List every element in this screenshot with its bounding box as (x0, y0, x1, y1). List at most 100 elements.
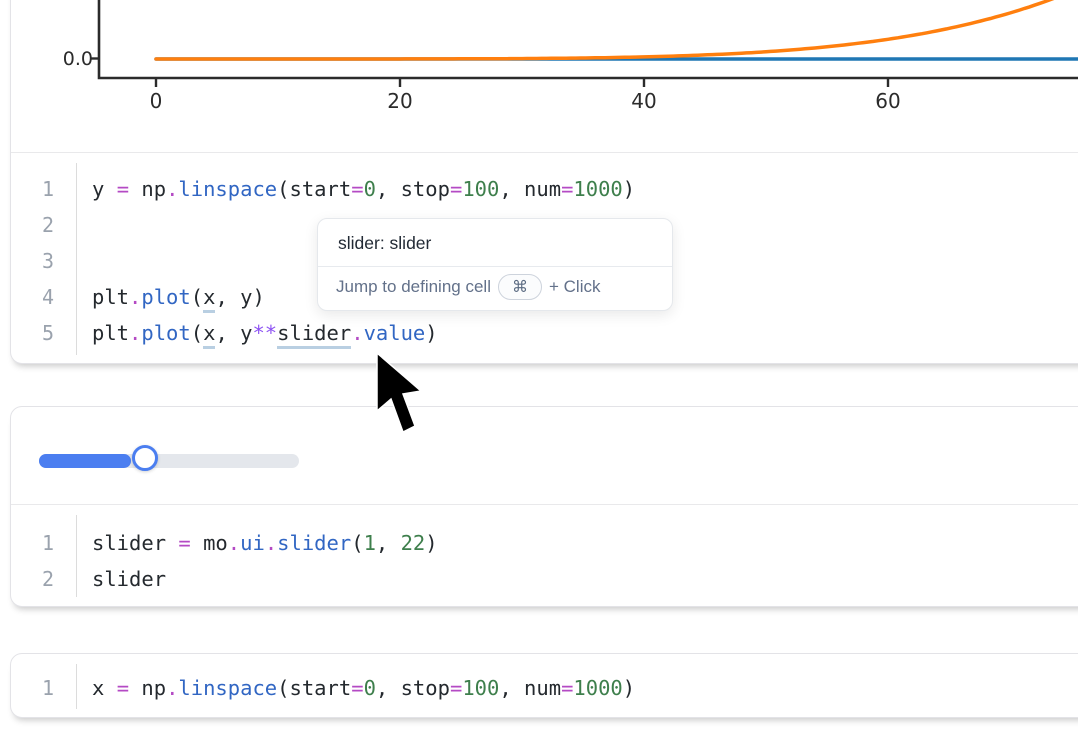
code-token: , (376, 177, 388, 201)
code-token: plt (92, 285, 129, 309)
code-token: ( (277, 676, 289, 700)
code-token: y (240, 285, 252, 309)
code-token: slider (92, 567, 166, 591)
slider-output (11, 407, 1078, 505)
code-token: 1000 (573, 676, 622, 700)
tooltip-action-suffix: + Click (549, 277, 600, 297)
code-token: = (117, 676, 129, 700)
referenced-variable[interactable]: x (203, 320, 215, 349)
tooltip-action-row: Jump to defining cell ⌘ + Click (318, 267, 672, 310)
code-token: , (376, 676, 388, 700)
code-token: 0 (364, 676, 376, 700)
command-key-badge: ⌘ (498, 274, 542, 300)
line-number: 1 (11, 670, 76, 706)
tooltip-action-label: Jump to defining cell (336, 277, 491, 297)
code-token: mo (203, 531, 228, 555)
code-token: . (351, 321, 363, 345)
code-line[interactable]: 1y = np.linspace(start=0, stop=100, num=… (11, 171, 1078, 207)
referenced-variable[interactable]: x (203, 284, 215, 313)
code-token: 100 (462, 676, 499, 700)
code-token: plt (92, 321, 129, 345)
code-token: . (129, 321, 141, 345)
notebook-page: 0.00204060 1y = np.linspace(start=0, sto… (0, 0, 1078, 746)
referenced-variable[interactable]: slider (277, 320, 351, 349)
svg-text:0.0: 0.0 (63, 48, 93, 70)
code-token: ) (623, 676, 635, 700)
line-number: 5 (11, 315, 76, 351)
code-text: x = np.linspace(start=0, stop=100, num=1… (76, 670, 635, 706)
code-token: plot (141, 285, 190, 309)
code-token: = (561, 177, 573, 201)
line-number: 4 (11, 279, 76, 315)
gutter-divider (76, 515, 77, 597)
code-token (129, 676, 141, 700)
code-line[interactable]: 1slider = mo.ui.slider(1, 22) (11, 525, 1078, 561)
code-token: value (364, 321, 426, 345)
svg-text:0: 0 (150, 89, 163, 113)
code-token: slider (277, 531, 351, 555)
code-token: . (166, 177, 178, 201)
code-token (129, 177, 141, 201)
plot-output: 0.00204060 (11, 0, 1078, 153)
cell-x: 1x = np.linspace(start=0, stop=100, num=… (10, 653, 1078, 718)
code-token: . (166, 676, 178, 700)
code-token: plot (141, 321, 190, 345)
code-token: ui (240, 531, 265, 555)
code-text: slider = mo.ui.slider(1, 22) (76, 525, 438, 561)
code-text: slider (76, 561, 166, 597)
code-text: plt.plot(x, y**slider.value) (76, 315, 438, 351)
code-token: = (450, 676, 462, 700)
code-line[interactable]: 5plt.plot(x, y**slider.value) (11, 315, 1078, 351)
line-number: 3 (11, 243, 76, 279)
code-token: ( (191, 321, 203, 345)
code-token: 100 (462, 177, 499, 201)
code-token (388, 531, 400, 555)
code-text: y = np.linspace(start=0, stop=100, num=1… (76, 171, 635, 207)
svg-text:20: 20 (387, 89, 412, 113)
code-editor-slider[interactable]: 1slider = mo.ui.slider(1, 22)2slider (11, 505, 1078, 607)
code-line[interactable]: 2slider (11, 561, 1078, 597)
code-editor-x[interactable]: 1x = np.linspace(start=0, stop=100, num=… (11, 654, 1078, 719)
gutter-divider (76, 664, 77, 709)
code-token: num (524, 676, 561, 700)
code-token: ( (277, 177, 289, 201)
code-token: ( (191, 285, 203, 309)
code-token: linspace (178, 676, 277, 700)
code-token: , (376, 531, 388, 555)
code-token: ) (252, 285, 264, 309)
code-text: plt.plot(x, y) (76, 279, 265, 315)
code-token: linspace (178, 177, 277, 201)
code-text (76, 207, 92, 243)
code-token (512, 676, 524, 700)
code-token: , (215, 285, 227, 309)
code-token: ** (252, 321, 277, 345)
code-token: 1 (364, 531, 376, 555)
line-number: 1 (11, 525, 76, 561)
code-token: . (129, 285, 141, 309)
code-token: = (450, 177, 462, 201)
code-token: stop (401, 177, 450, 201)
command-key-icon: ⌘ (512, 277, 528, 297)
code-token (191, 531, 203, 555)
svg-text:40: 40 (631, 89, 656, 113)
slider-widget[interactable] (39, 454, 299, 468)
code-token: ) (425, 531, 437, 555)
gutter-divider (76, 163, 77, 355)
code-token: ( (351, 531, 363, 555)
matplotlib-chart: 0.00204060 (11, 0, 1078, 153)
code-token: ) (623, 177, 635, 201)
code-token: slider (92, 531, 178, 555)
code-token: = (117, 177, 129, 201)
slider-handle[interactable] (132, 445, 158, 471)
code-token (388, 177, 400, 201)
code-line[interactable]: 1x = np.linspace(start=0, stop=100, num=… (11, 670, 1078, 706)
code-token: ) (425, 321, 437, 345)
tooltip-title: slider: slider (318, 219, 672, 266)
code-token: , (499, 676, 511, 700)
code-token: = (561, 676, 573, 700)
cell-slider: 1slider = mo.ui.slider(1, 22)2slider (10, 406, 1078, 607)
code-token (388, 676, 400, 700)
slider-fill (39, 454, 131, 468)
code-token: = (351, 676, 363, 700)
code-token: stop (401, 676, 450, 700)
